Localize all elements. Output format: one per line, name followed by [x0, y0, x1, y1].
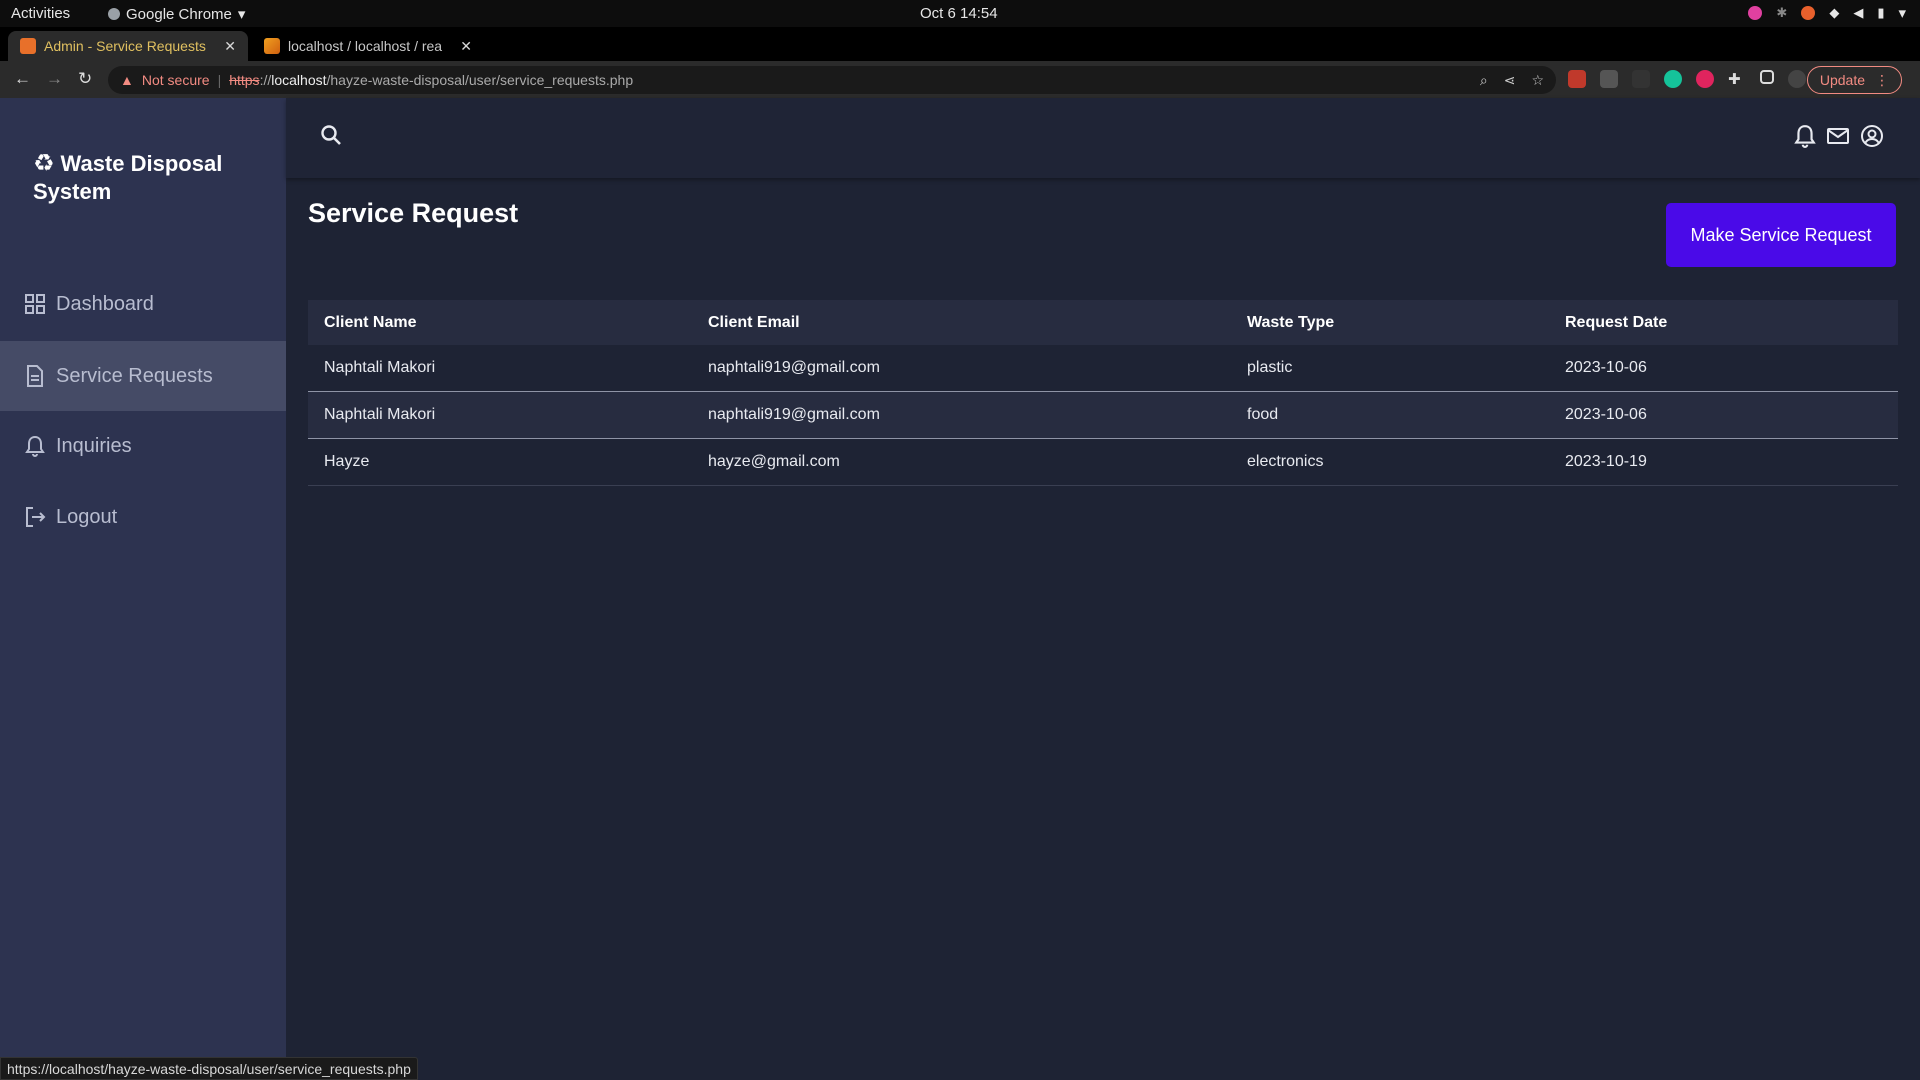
column-header-waste-type: Waste Type	[1247, 313, 1335, 331]
bell-icon	[24, 435, 46, 457]
sidebar-item-dashboard[interactable]: Dashboard	[0, 269, 286, 339]
browser-toolbar: ← → ↻ ▲ Not secure | https://localhost/h…	[0, 61, 1920, 98]
app-menu-label: Google Chrome	[126, 5, 232, 23]
tab-title: Admin - Service Requests	[44, 38, 206, 54]
chrome-icon	[108, 8, 120, 20]
sidebar-item-label: Inquiries	[56, 434, 132, 457]
tab-admin-service-requests[interactable]: Admin - Service Requests ✕	[8, 31, 248, 61]
cell-request-date: 2023-10-19	[1565, 453, 1647, 470]
search-icon[interactable]	[320, 124, 342, 151]
app-menu[interactable]: Google Chrome ▾	[108, 5, 245, 23]
sidebar-item-inquiries[interactable]: Inquiries	[0, 411, 286, 481]
sidebar-item-label: Service Requests	[56, 364, 213, 387]
not-secure-label[interactable]: Not secure	[142, 72, 210, 88]
mail-icon[interactable]	[1826, 124, 1850, 153]
table-row: Naphtali Makori naphtali919@gmail.com fo…	[308, 392, 1898, 439]
system-top-bar: Activities Google Chrome ▾ Oct 6 14:54 ✱…	[0, 0, 1920, 27]
make-service-request-button[interactable]: Make Service Request	[1666, 203, 1896, 267]
recycle-icon: ♻	[33, 150, 55, 177]
cell-client-email: naphtali919@gmail.com	[708, 406, 880, 423]
extension-icon[interactable]	[1696, 70, 1714, 88]
extension-icon[interactable]	[1632, 70, 1650, 88]
sidebar-item-label: Dashboard	[56, 292, 154, 315]
browser-tab-strip: Admin - Service Requests ✕ localhost / l…	[0, 27, 1920, 82]
clock[interactable]: Oct 6 14:54	[920, 5, 998, 22]
url-scheme: https	[229, 72, 260, 88]
extension-icon[interactable]	[1568, 70, 1586, 88]
close-icon[interactable]: ✕	[460, 38, 472, 55]
bookmark-star-icon[interactable]: ☆	[1531, 72, 1544, 89]
top-header	[286, 98, 1920, 178]
phpmyadmin-favicon-icon	[264, 38, 280, 54]
puzzle-icon[interactable]: ✚	[1728, 70, 1746, 88]
update-button[interactable]: Update ⋮	[1806, 66, 1902, 94]
cell-request-date: 2023-10-06	[1565, 359, 1647, 376]
sidebar-item-label: Logout	[56, 505, 118, 528]
header-icons	[1794, 124, 1884, 153]
omnibox-actions: ⌕ ⋖ ☆	[1480, 72, 1544, 89]
site-favicon-icon	[20, 38, 36, 54]
table-row: Naphtali Makori naphtali919@gmail.com pl…	[308, 345, 1898, 392]
url-path: /hayze-waste-disposal/user/service_reque…	[326, 72, 634, 88]
share-icon[interactable]: ⋖	[1504, 72, 1516, 89]
cell-client-email: hayze@gmail.com	[708, 453, 840, 470]
bell-icon[interactable]	[1794, 124, 1816, 153]
reload-icon[interactable]: ↻	[78, 69, 92, 89]
url-text[interactable]: https://localhost/hayze-waste-disposal/u…	[229, 72, 633, 88]
caret-down-icon: ▾	[1898, 5, 1906, 22]
system-tray[interactable]: ✱ ◆ ◀ ▮ ▾	[1748, 4, 1906, 22]
wifi-icon: ◆	[1829, 5, 1840, 20]
service-requests-table: Client Name Client Email Waste Type Requ…	[308, 300, 1898, 486]
cell-client-name: Naphtali Makori	[324, 359, 436, 376]
tray-app-icon	[1748, 6, 1763, 20]
close-icon[interactable]: ✕	[224, 38, 236, 55]
cell-client-email: naphtali919@gmail.com	[708, 359, 880, 376]
extensions-area: ✚	[1568, 70, 1806, 88]
omnibox-separator: |	[217, 72, 222, 88]
cell-client-name: Naphtali Makori	[324, 406, 436, 423]
zoom-icon[interactable]: ⌕	[1480, 72, 1488, 89]
cell-client-name: Hayze	[324, 453, 370, 470]
grammarly-icon[interactable]	[1664, 70, 1682, 88]
back-arrow-icon[interactable]: ←	[14, 69, 31, 89]
column-header-request-date: Request Date	[1565, 313, 1668, 331]
user-circle-icon[interactable]	[1860, 124, 1884, 153]
update-label: Update	[1819, 72, 1865, 88]
brand[interactable]: ♻ Waste Disposal System	[33, 150, 273, 206]
cell-request-date: 2023-10-06	[1565, 406, 1647, 423]
warning-triangle-icon: ▲	[120, 72, 134, 88]
sidebar-item-service-requests[interactable]: Service Requests	[0, 341, 286, 411]
brand-title: Waste Disposal System	[33, 151, 223, 204]
url-separator: ://	[259, 72, 272, 88]
cell-waste-type: food	[1247, 406, 1279, 423]
bluetooth-icon: ✱	[1776, 5, 1788, 20]
url-host: localhost	[271, 72, 327, 88]
document-icon	[24, 365, 46, 387]
table-row: Hayze hayze@gmail.com electronics 2023-1…	[308, 439, 1898, 486]
kebab-menu-icon: ⋮	[1875, 71, 1889, 88]
tab-phpmyadmin[interactable]: localhost / localhost / rea ✕	[252, 31, 484, 61]
logout-icon	[24, 506, 46, 528]
column-header-client-name: Client Name	[324, 313, 417, 331]
battery-icon: ▮	[1877, 5, 1885, 20]
page-title: Service Request	[308, 198, 519, 228]
address-bar[interactable]: ▲ Not secure | https://localhost/hayze-w…	[108, 66, 1556, 94]
tray-ubuntu-icon	[1801, 6, 1816, 20]
sidebar-item-logout[interactable]: Logout	[0, 482, 286, 552]
cell-waste-type: plastic	[1247, 359, 1293, 376]
tab-title: localhost / localhost / rea	[288, 38, 443, 54]
profile-avatar-icon[interactable]	[1788, 70, 1806, 88]
sidebar: ♻ Waste Disposal System Dashboard Service…	[0, 98, 286, 1080]
volume-icon: ◀	[1853, 5, 1864, 20]
column-header-client-email: Client Email	[708, 313, 800, 331]
extension-icon[interactable]	[1600, 70, 1618, 88]
dashboard-icon	[24, 293, 46, 315]
table-header-row: Client Name Client Email Waste Type Requ…	[308, 300, 1898, 345]
side-panel-icon[interactable]	[1760, 70, 1774, 84]
caret-down-icon: ▾	[237, 6, 246, 23]
browser-status-bar: https://localhost/hayze-waste-disposal/u…	[0, 1057, 418, 1080]
cell-waste-type: electronics	[1247, 453, 1324, 470]
activities-button[interactable]: Activities	[11, 5, 70, 22]
forward-arrow-icon[interactable]: →	[46, 69, 63, 89]
